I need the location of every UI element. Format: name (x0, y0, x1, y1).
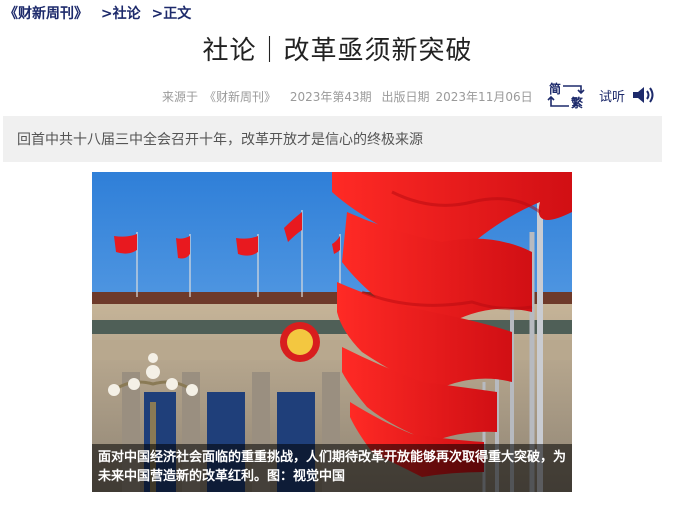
article-tools: 简 繁 试听 (547, 80, 655, 110)
listen-button[interactable]: 试听 (599, 84, 655, 106)
breadcrumb-publication-link[interactable]: 《财新周刊》 (4, 6, 88, 22)
breadcrumb: 《财新周刊》 >社论 >正文 (4, 3, 191, 23)
publish-date: 2023年11月06日 (435, 90, 533, 104)
speaker-icon (633, 87, 654, 103)
breadcrumb-current: >正文 (151, 6, 192, 22)
article-meta: 来源于 《财新周刊》 2023年第43期 出版日期 2023年11月06日 (162, 88, 539, 105)
breadcrumb-section-link[interactable]: >社论 (101, 6, 141, 22)
traditional-char: 繁 (571, 96, 584, 110)
date-label: 出版日期 (381, 90, 430, 104)
simplified-traditional-toggle[interactable]: 简 繁 (547, 80, 587, 110)
page-title: 社论｜改革亟须新突破 (202, 36, 473, 66)
simplified-char: 简 (549, 82, 562, 96)
source-prefix: 来源于 (162, 90, 199, 104)
issue-number: 2023年第43期 (289, 90, 372, 104)
source-link[interactable]: 《财新周刊》 (204, 90, 276, 104)
article-summary: 回首中共十八届三中全会召开十年，改革开放才是信心的终极来源 (3, 116, 662, 162)
image-caption: 面对中国经济社会面临的重重挑战，人们期待改革开放能够再次取得重大突破，为未来中国… (92, 444, 572, 492)
listen-label: 试听 (599, 89, 626, 105)
